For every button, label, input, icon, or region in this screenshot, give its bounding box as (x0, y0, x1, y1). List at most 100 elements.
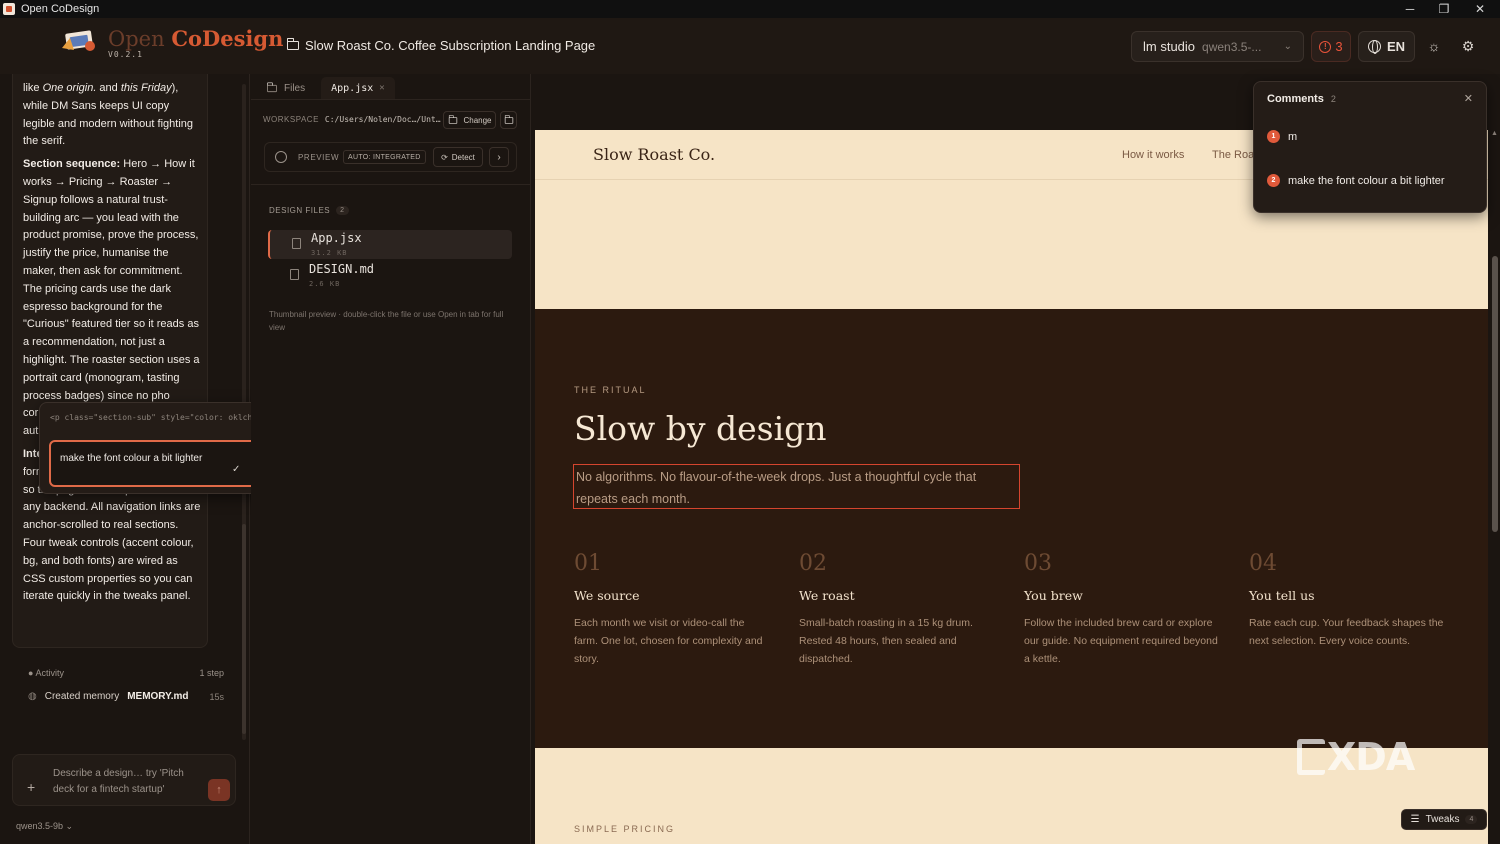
attach-plus-icon[interactable]: + (27, 779, 35, 795)
section-eyebrow: THE RITUAL (574, 385, 647, 395)
message-paragraph: Section sequence: Hero → How it works → … (23, 158, 200, 438)
comments-panel: Comments 2 ✕ 1 m 2 make the font colour … (1253, 81, 1487, 213)
chevron-down-icon: ⌄ (1283, 41, 1292, 52)
step-description: Small-batch roasting in a 15 kg drum. Re… (799, 617, 973, 665)
thumbnail-note: Thumbnail preview · double-click the fil… (269, 310, 504, 332)
window-title-bar: Open CoDesign ─ ❐ ✕ (0, 0, 1500, 18)
composer-placeholder[interactable]: Describe a design… try 'Pitch deck for a… (53, 766, 203, 798)
app-icon (3, 3, 15, 15)
minimize-icon[interactable]: ─ (1392, 0, 1428, 18)
step-card: 02 We roast Small-batch roasting in a 15… (799, 551, 999, 668)
app-version: V0.2.1 (108, 50, 143, 59)
preview-label: PREVIEW (298, 153, 340, 162)
close-window-icon[interactable]: ✕ (1462, 0, 1498, 18)
pricing-eyebrow: SIMPLE PRICING (574, 824, 676, 834)
section-heading: Slow by design (574, 409, 827, 448)
scroll-up-icon[interactable]: ▲ (1491, 130, 1498, 137)
divider (251, 184, 531, 185)
tweaks-button[interactable]: ☰ Tweaks 4 (1401, 809, 1487, 830)
change-workspace-button[interactable]: Change (443, 111, 496, 129)
xda-watermark-logo: XDA (1297, 735, 1415, 779)
scrollbar-thumb[interactable] (1492, 256, 1498, 532)
step-card: 03 You brew Follow the included brew car… (1024, 551, 1224, 668)
step-title: We roast (799, 588, 855, 603)
send-arrow-icon[interactable]: ↑ (208, 779, 230, 801)
comment-number-badge: 1 (1267, 130, 1280, 143)
check-icon[interactable]: ✓ (232, 464, 240, 475)
folder-open-icon (504, 114, 513, 124)
folder-icon (286, 38, 299, 50)
chat-composer[interactable]: + Describe a design… try 'Pitch deck for… (12, 754, 236, 806)
step-card: 04 You tell us Rate each cup. Your feedb… (1249, 551, 1449, 650)
refresh-icon: ⟳ (441, 152, 448, 162)
step-title: You tell us (1249, 588, 1315, 603)
message-paragraph: like One origin. and this Friday), while… (23, 82, 194, 148)
design-files-count: 2 (336, 206, 349, 215)
step-number: 01 (574, 551, 602, 576)
settings-gear-icon[interactable]: ⚙ (1460, 38, 1476, 54)
tweaks-count: 4 (1465, 815, 1478, 824)
brand-logo-icon (62, 30, 95, 51)
open-folder-button[interactable] (500, 111, 517, 129)
step-number: 02 (799, 551, 827, 576)
file-item-design-md[interactable]: DESIGN.md 2.6 KB (268, 261, 512, 290)
sliders-icon: ☰ (1410, 814, 1420, 825)
comment-text: m (1288, 130, 1298, 143)
activity-log: ● Activity 1 step ◍ Created memory MEMOR… (28, 668, 224, 702)
model-footer-selector[interactable]: qwen3.5-9b ⌄ (16, 821, 73, 832)
folder-icon (266, 82, 277, 92)
comment-item[interactable]: 2 make the font colour a bit lighter (1267, 174, 1445, 187)
errors-button[interactable]: ! 3 (1311, 31, 1351, 62)
close-tab-icon[interactable]: ✕ (379, 83, 384, 93)
comment-text: make the font colour a bit lighter (1288, 174, 1445, 187)
files-panel (251, 74, 531, 844)
error-count: 3 (1335, 39, 1343, 54)
step-description: Follow the included brew card or explore… (1024, 617, 1218, 665)
activity-label[interactable]: ● Activity (28, 668, 64, 678)
memory-file-name[interactable]: MEMORY.md (127, 691, 188, 702)
step-number: 03 (1024, 551, 1052, 576)
document-file-icon (290, 269, 299, 280)
folder-icon (449, 114, 458, 124)
project-title: Slow Roast Co. Coffee Subscription Landi… (286, 38, 595, 53)
detect-button[interactable]: ⟳ Detect (433, 147, 483, 167)
comments-header: Comments 2 (1267, 93, 1336, 105)
section-subheading-selected[interactable]: No algorithms. No flavour-of-the-week dr… (573, 464, 1020, 509)
language-button[interactable]: EN (1358, 31, 1415, 62)
preview-scrollbar[interactable]: ▲ (1490, 130, 1500, 844)
design-files-header: DESIGN FILES 2 (269, 206, 349, 215)
activity-steps: 1 step (199, 668, 224, 678)
language-code: EN (1386, 39, 1406, 54)
globe-icon (1367, 40, 1381, 54)
step-description: Each month we visit or video-call the fa… (574, 617, 763, 665)
comment-input[interactable]: make the font colour a bit lighter ✓ ➤ (49, 440, 280, 487)
model-name: qwen3.5-... (1202, 39, 1262, 54)
nav-link-the-roaster[interactable]: The Roa (1212, 149, 1254, 161)
tab-app-jsx[interactable]: App.jsx ✕ (321, 77, 395, 99)
brand-name: Open CoDesign (108, 26, 284, 51)
step-card: 01 We source Each month we visit or vide… (574, 551, 774, 668)
auto-mode-badge[interactable]: AUTO: INTEGRATED (343, 150, 426, 164)
provider-name: lm studio (1143, 39, 1196, 54)
close-icon[interactable]: ✕ (1464, 92, 1473, 105)
preview-logo[interactable]: Slow Roast Co. (593, 145, 715, 164)
theme-toggle-icon[interactable]: ☼ (1426, 38, 1442, 54)
memory-icon: ◍ (28, 691, 37, 702)
scrollbar-thumb[interactable] (242, 524, 246, 734)
step-number: 04 (1249, 551, 1277, 576)
comment-item[interactable]: 1 m (1267, 130, 1297, 143)
file-item-app-jsx[interactable]: App.jsx 31.2 KB (268, 230, 512, 259)
step-title: You brew (1024, 588, 1083, 603)
model-selector[interactable]: lm studio qwen3.5-... ⌄ (1131, 31, 1304, 62)
tab-files[interactable]: Files (256, 77, 315, 99)
editor-tabs: Files App.jsx ✕ (256, 77, 395, 99)
code-file-icon (292, 238, 301, 249)
divider (251, 99, 531, 100)
step-description: Rate each cup. Your feedback shapes the … (1249, 617, 1444, 647)
chevron-right-icon[interactable]: › (489, 147, 509, 167)
restore-icon[interactable]: ❐ (1426, 0, 1462, 18)
alert-icon: ! (1319, 40, 1332, 53)
ritual-section: THE RITUAL Slow by design No algorithms.… (535, 309, 1488, 748)
nav-link-how-it-works[interactable]: How it works (1122, 149, 1184, 161)
comment-input-value[interactable]: make the font colour a bit lighter (60, 453, 202, 464)
